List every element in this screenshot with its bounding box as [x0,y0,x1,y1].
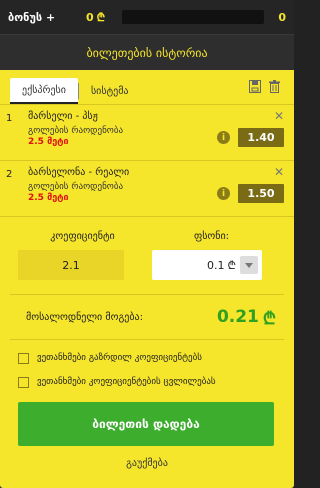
info-icon[interactable]: i [217,187,230,200]
tab-express[interactable]: ექსპრესი [10,78,78,104]
tab-actions [249,80,280,93]
bonus-amount: 0 [86,10,94,24]
accept-odds-change[interactable]: ვეთანხმები კოეფიციენტების ცვლილებას [0,372,294,392]
bet-number: 1 [6,113,13,124]
cancel-link[interactable]: გაუქმება [0,458,294,469]
history-title: ბილეთების ისტორია [86,45,208,60]
info-icon[interactable]: i [217,131,230,144]
place-bet-button[interactable]: ბილეთის დადება [18,402,274,446]
checkbox[interactable] [18,352,29,364]
lari-icon: ₾ [262,308,276,329]
bet-number: 2 [6,169,13,180]
bet-item: 1 მარსელი - პსჟ გოლების რაოდენობა 2.5 მე… [0,105,294,161]
stake-value[interactable]: 0.1 [152,259,228,272]
bet-odds: 1.40 [238,128,284,147]
bonus-bar: ბონუს + 0 ₾ 0 [0,0,294,34]
bonus-progress [122,10,264,24]
tab-system[interactable]: სისტემა [79,78,141,104]
win-label: მოსალოდნელი მოგება: [26,311,143,323]
divider [10,339,284,340]
close-icon[interactable]: ✕ [274,109,284,123]
checkbox-label: ვეთანხმები გაზრდილ კოეფიციენტებს [37,353,202,363]
bonus-label: ბონუს + [8,10,56,24]
save-icon[interactable] [249,80,261,93]
coef-value: 2.1 [18,250,124,280]
bet-match: მარსელი - პსჟ [28,111,98,122]
bet-odds: 1.50 [238,184,284,203]
lari-icon: ₾ [96,10,106,24]
inputs-row: 2.1 0.1 ₾ [0,250,294,280]
accept-increased-odds[interactable]: ვეთანხმები გაზრდილ კოეფიციენტებს [0,348,294,368]
bet-match: ბარსელონა - რეალი [28,167,130,178]
history-button[interactable]: ბილეთების ისტორია [0,34,294,70]
betslip-panel: ექსპრესი სისტემა 1 მარსელი - პსჟ გოლების… [0,70,294,488]
checkbox[interactable] [18,376,29,388]
win-value: 0.21 [216,307,259,327]
bonus-value: 0 ₾ [86,10,116,25]
coef-label: კოეფიციენტი [50,231,115,242]
bonus-end-value: 0 [278,10,286,24]
close-icon[interactable]: ✕ [274,165,284,179]
stake-input[interactable]: 0.1 ₾ [152,250,262,280]
inputs-labels: კოეფიციენტი ფსონი: [0,231,294,242]
bet-item: 2 ბარსელონა - რეალი გოლების რაოდენობა 2.… [0,161,294,217]
betslip-tabs: ექსპრესი სისტემა [0,70,294,104]
trash-icon[interactable] [269,80,280,93]
win-amount: 0.21 ₾ [217,306,276,329]
chevron-down-icon[interactable] [240,256,258,274]
checkbox-label: ვეთანხმები კოეფიციენტების ცვლილებას [37,377,216,387]
possible-win: მოსალოდნელი მოგება: 0.21 ₾ [0,295,294,339]
stake-label: ფსონი: [193,231,230,242]
lari-icon: ₾ [227,258,236,272]
